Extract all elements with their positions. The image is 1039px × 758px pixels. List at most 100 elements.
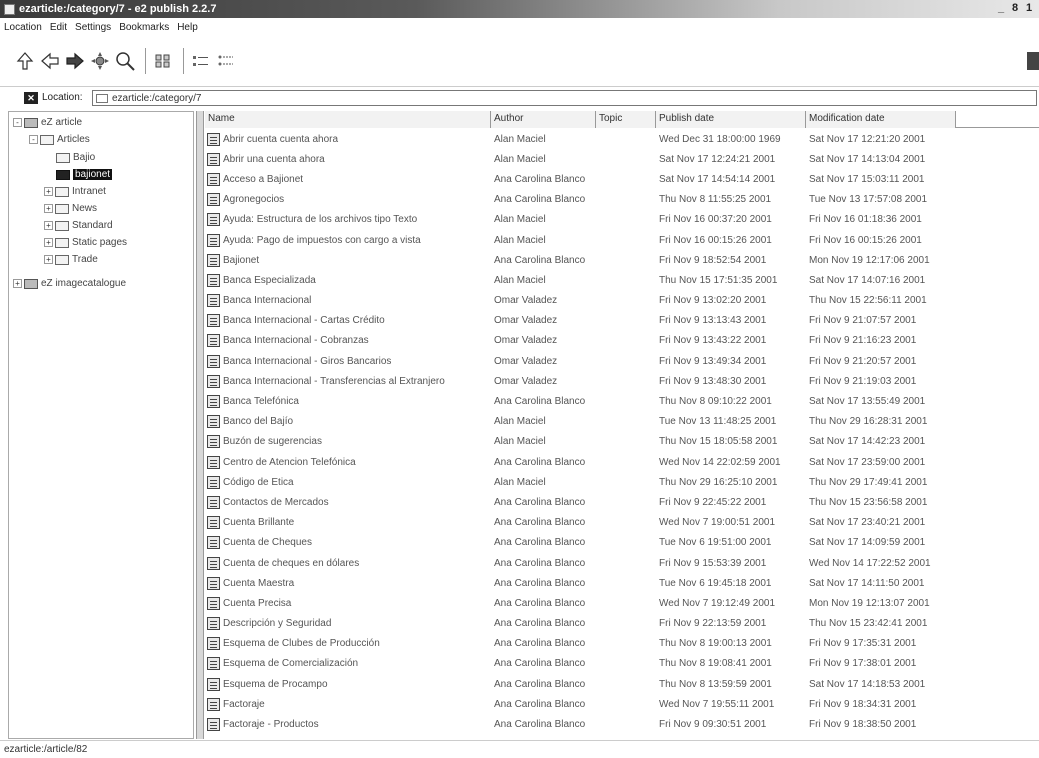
cell-name: Banca Internacional - Cobranzas xyxy=(205,334,491,348)
tree-item-bajionet[interactable]: bajionet xyxy=(56,167,113,182)
forward-icon xyxy=(66,52,84,70)
article-icon xyxy=(207,233,220,247)
menu-help[interactable]: Help xyxy=(173,22,202,33)
table-row[interactable]: Abrir una cuenta ahora Alan Maciel Sat Nov… xyxy=(205,149,1039,169)
tree-item-ez-article[interactable]: - eZ article xyxy=(13,115,82,130)
table-row[interactable]: Cuenta Maestra Ana Carolina Blanco Tue Nov… xyxy=(205,573,1039,593)
column-header-name[interactable]: Name xyxy=(205,111,491,128)
menu-edit[interactable]: Edit xyxy=(46,22,71,33)
cell-modification-date: Thu Nov 15 23:56:58 2001 xyxy=(809,496,928,508)
table-row[interactable]: Banca Internacional Omar Valadez Fri Nov 9… xyxy=(205,291,1039,311)
table-row[interactable]: Contactos de Mercados Ana Carolina Blanco… xyxy=(205,492,1039,512)
cell-publish-date: Sat Nov 17 12:24:21 2001 xyxy=(659,153,776,165)
table-row[interactable]: Esquema de Procampo Ana Carolina Blanco Th… xyxy=(205,674,1039,694)
article-icon xyxy=(207,314,220,328)
article-name: Centro de Atencion Telefónica xyxy=(223,456,356,468)
minimize-button[interactable]: _ xyxy=(995,1,1007,15)
clear-location-button[interactable]: ✕ xyxy=(24,91,38,104)
table-row[interactable]: Banca Internacional - Cobranzas Omar Vala… xyxy=(205,331,1039,351)
column-header-topic[interactable]: Topic xyxy=(596,111,656,128)
maximize-button[interactable]: 8 xyxy=(1009,1,1021,15)
icon-view-button[interactable] xyxy=(152,49,174,73)
tree-item-intranet[interactable]: + Intranet xyxy=(44,184,106,199)
tree-item-static-pages[interactable]: + Static pages xyxy=(44,235,127,250)
tree-item-ez-imagecatalogue[interactable]: + eZ imagecatalogue xyxy=(13,276,126,291)
tree-item-trade[interactable]: + Trade xyxy=(44,252,98,267)
tree-item-bajio[interactable]: Bajio xyxy=(56,150,95,165)
location-input[interactable] xyxy=(112,92,1012,104)
table-row[interactable]: Factoraje Ana Carolina Blanco Wed Nov 7 19… xyxy=(205,694,1039,714)
table-row[interactable]: Factoraje - Productos Ana Carolina Blanco… xyxy=(205,714,1039,734)
expand-icon[interactable]: + xyxy=(13,279,22,288)
table-row[interactable]: Abrir cuenta cuenta ahora Alan Maciel Wed … xyxy=(205,129,1039,149)
cell-author: Ana Carolina Blanco xyxy=(494,638,586,650)
forward-button[interactable] xyxy=(64,49,86,73)
table-row[interactable]: Centro de Atencion Telefónica Ana Carolin… xyxy=(205,452,1039,472)
window-controls: _ 8 1 xyxy=(995,1,1035,15)
tree-item-articles[interactable]: - Articles xyxy=(29,132,90,147)
list-scrollbar[interactable] xyxy=(1033,111,1039,739)
table-row[interactable]: Ayuda: Estructura de los archivos tipo T… xyxy=(205,210,1039,230)
up-button[interactable] xyxy=(14,49,36,73)
reload-button[interactable] xyxy=(89,49,111,73)
article-name: Ayuda: Pago de impuestos con cargo a vis… xyxy=(223,234,421,246)
collapse-icon[interactable]: - xyxy=(13,118,22,127)
table-row[interactable]: Banca Internacional - Giros Bancarios Oma… xyxy=(205,351,1039,371)
cell-name: Banca Internacional - Cartas Crédito xyxy=(205,314,491,328)
expand-icon[interactable]: + xyxy=(44,238,53,247)
table-row[interactable]: Esquema de Clubes de Producción Ana Carol… xyxy=(205,634,1039,654)
back-button[interactable] xyxy=(39,49,61,73)
article-name: Banca Internacional - Cobranzas xyxy=(223,335,369,347)
tree-item-label: News xyxy=(72,203,98,214)
article-icon xyxy=(207,172,220,186)
table-row[interactable]: Cuenta Brillante Ana Carolina Blanco Wed N… xyxy=(205,513,1039,533)
table-row[interactable]: Descripción y Seguridad Ana Carolina Blan… xyxy=(205,614,1039,634)
menu-settings[interactable]: Settings xyxy=(71,22,115,33)
cell-publish-date: Tue Nov 6 19:51:00 2001 xyxy=(659,537,772,549)
cell-modification-date: Thu Nov 29 17:49:41 2001 xyxy=(809,476,928,488)
cell-author: Omar Valadez xyxy=(494,355,558,367)
collapse-icon[interactable]: - xyxy=(29,135,38,144)
table-row[interactable]: Cuenta de cheques en dólares Ana Carolina… xyxy=(205,553,1039,573)
column-header-publish-date[interactable]: Publish date xyxy=(656,111,806,128)
article-icon xyxy=(207,193,220,207)
tree-item-standard[interactable]: + Standard xyxy=(44,218,113,233)
cell-author: Omar Valadez xyxy=(494,315,558,327)
expand-icon[interactable]: + xyxy=(44,204,53,213)
cell-publish-date: Fri Nov 9 22:13:59 2001 xyxy=(659,618,767,630)
table-row[interactable]: Buzón de sugerencias Alan Maciel Thu Nov 1… xyxy=(205,432,1039,452)
menu-location[interactable]: Location xyxy=(0,22,46,33)
table-row[interactable]: Banca Internacional - Transferencias al … xyxy=(205,371,1039,391)
expand-icon[interactable]: + xyxy=(44,187,53,196)
table-row[interactable]: Acceso a Bajionet Ana Carolina Blanco Sat … xyxy=(205,169,1039,189)
close-button[interactable]: 1 xyxy=(1023,1,1035,15)
table-row[interactable]: Esquema de Comercialización Ana Carolina … xyxy=(205,654,1039,674)
column-header-modification-date[interactable]: Modification date xyxy=(806,111,956,128)
table-row[interactable]: Banca Internacional - Cartas Crédito Omar… xyxy=(205,311,1039,331)
table-row[interactable]: Cuenta de Cheques Ana Carolina Blanco Tue … xyxy=(205,533,1039,553)
table-row[interactable]: Banca Telefónica Ana Carolina Blanco Thu N… xyxy=(205,391,1039,411)
table-row[interactable]: Bajionet Ana Carolina Blanco Fri Nov 9 18:… xyxy=(205,250,1039,270)
table-row[interactable]: Banco del Bajío Alan Maciel Tue Nov 13 11:… xyxy=(205,412,1039,432)
expand-icon[interactable]: + xyxy=(44,255,53,264)
article-name: Esquema de Procampo xyxy=(223,678,328,690)
cell-name: Banca Internacional - Transferencias al … xyxy=(205,374,491,388)
detail-view-button[interactable] xyxy=(215,49,237,73)
find-button[interactable] xyxy=(114,49,136,73)
table-row[interactable]: Cuenta Precisa Ana Carolina Blanco Wed Nov… xyxy=(205,593,1039,613)
pane-splitter[interactable] xyxy=(196,111,204,739)
list-header: Name Author Topic Publish date Modificat… xyxy=(205,111,1039,128)
table-row[interactable]: Código de Etica Alan Maciel Thu Nov 29 16:… xyxy=(205,472,1039,492)
table-row[interactable]: Banca Especializada Alan Maciel Thu Nov 15… xyxy=(205,270,1039,290)
column-header-author[interactable]: Author xyxy=(491,111,596,128)
throbber-icon xyxy=(1027,52,1039,70)
article-name: Código de Etica xyxy=(223,476,294,488)
expand-icon[interactable]: + xyxy=(44,221,53,230)
table-row[interactable]: Ayuda: Pago de impuestos con cargo a vis… xyxy=(205,230,1039,250)
list-view-button[interactable] xyxy=(190,49,212,73)
table-row[interactable]: Agronegocios Ana Carolina Blanco Thu Nov 8… xyxy=(205,190,1039,210)
menu-bookmarks[interactable]: Bookmarks xyxy=(115,22,173,33)
folder-icon xyxy=(55,237,69,248)
cell-name: Cuenta Precisa xyxy=(205,596,491,610)
tree-item-news[interactable]: + News xyxy=(44,201,97,216)
